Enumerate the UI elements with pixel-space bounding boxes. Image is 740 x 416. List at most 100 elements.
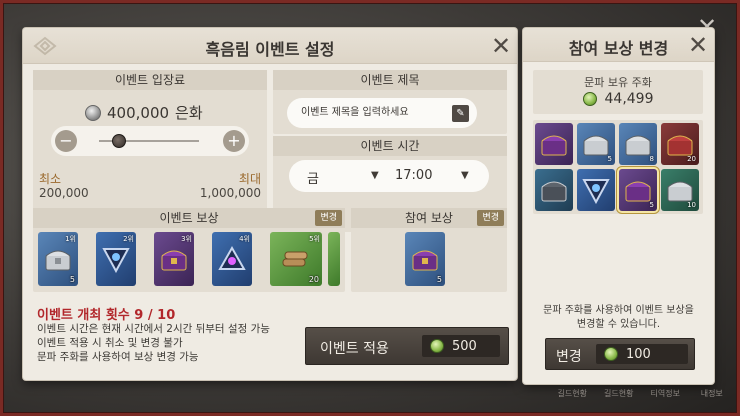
reward-option[interactable]: [535, 123, 573, 165]
chevron-down-icon[interactable]: ▼: [371, 170, 379, 181]
event-reward-title: 이벤트 보상: [159, 211, 219, 225]
max-value-block: 최대 1,000,000: [200, 172, 261, 200]
silver-chest-icon: [667, 181, 693, 202]
reward-option[interactable]: 10: [661, 169, 699, 211]
max-label: 최대: [238, 172, 261, 186]
bottom-menu-item[interactable]: 길드현황: [599, 388, 640, 410]
item-quantity: 5: [607, 155, 612, 163]
min-value: 200,000: [39, 186, 89, 200]
item-quantity: 5: [436, 275, 442, 284]
change-reward-label: 변경: [556, 349, 582, 365]
entry-fee-slider: − +: [51, 126, 249, 156]
blue-orb-banner-icon: [218, 245, 246, 270]
bottom-menu-item[interactable]: 내정보: [692, 388, 733, 410]
reward-option[interactable]: 5: [577, 123, 615, 165]
reward-item[interactable]: 4위: [212, 232, 252, 286]
reward-item[interactable]: 1위 5: [38, 232, 78, 286]
entry-fee-value: 400,000 은화: [85, 102, 203, 123]
item-quantity: 20: [687, 155, 696, 163]
guild-coin-label: 문파 보유 주화: [584, 76, 652, 89]
rank-badge: 2위: [123, 235, 134, 243]
reward-change-note: 문파 주화를 사용하여 이벤트 보상을 변경할 수 있습니다.: [543, 305, 694, 330]
guild-coin-row: 44,499: [533, 91, 703, 107]
event-reward-change-button[interactable]: 변경: [315, 210, 342, 226]
hour-select[interactable]: 17:00: [395, 168, 432, 183]
day-select[interactable]: 금: [307, 168, 319, 187]
reward-item-partial[interactable]: [328, 232, 340, 286]
event-title-header: 이벤트 제목: [273, 70, 507, 90]
event-time-header: 이벤트 시간: [273, 136, 507, 156]
event-time-selector: 금 ▼ 17:00 ▼: [289, 160, 489, 192]
entry-fee-currency: 은화: [175, 104, 203, 122]
guild-coin-panel: 문파 보유 주화 44,499: [533, 70, 703, 114]
note-line: 문파 주화를 사용하여 보상 변경 가능: [37, 351, 199, 363]
item-quantity: 5: [69, 275, 75, 284]
min-value-block: 최소 200,000: [39, 172, 89, 200]
bottom-menu-item[interactable]: 티역정보: [645, 388, 686, 410]
silver-coin-icon: [85, 104, 101, 121]
apply-event-label: 이벤트 적용: [320, 341, 389, 357]
bottom-menu-bar: 길드현황 길드현황 티역정보 내정보: [552, 388, 732, 410]
reward-option[interactable]: [577, 169, 615, 211]
dark-chest-icon: [541, 181, 567, 202]
change-reward-button[interactable]: 변경 100: [545, 338, 695, 370]
blue-triangle-banner-icon: [582, 179, 610, 204]
change-cost: 100: [596, 344, 688, 364]
event-settings-dialog: 흑음림 이벤트 설정 ✕ 이벤트 입장료 400,000 은화 − + 최소 2…: [23, 28, 517, 380]
rank-badge: 4위: [239, 235, 250, 243]
participation-reward-title: 참여 보상: [405, 211, 453, 225]
purple-chest-icon: [625, 181, 651, 202]
purple-chest-icon: [412, 250, 438, 271]
reward-option[interactable]: [535, 169, 573, 211]
reward-item[interactable]: 3위: [154, 232, 194, 286]
reward-option[interactable]: 8: [619, 123, 657, 165]
blue-triangle-banner-icon: [102, 248, 130, 273]
silver-chest-icon: [625, 135, 651, 156]
reward-option-selected[interactable]: 5: [619, 169, 657, 211]
event-reward-header: 이벤트 보상 변경: [33, 208, 345, 228]
reward-item[interactable]: 5위 20: [270, 232, 322, 286]
pencil-icon[interactable]: ✎: [452, 105, 469, 122]
event-count: 이벤트 개최 횟수 9 / 10: [37, 308, 176, 323]
item-quantity: 10: [687, 201, 696, 209]
apply-event-button[interactable]: 이벤트 적용 500: [305, 327, 509, 365]
event-notes: 이벤트 시간은 현재 시간에서 2시간 뒤부터 설정 가능 이벤트 적용 시 취…: [37, 322, 270, 364]
purple-chest-icon: [161, 250, 187, 271]
reward-option[interactable]: 20: [661, 123, 699, 165]
event-reward-panel: 이벤트 보상 변경 1위 5 2위 3위 4위 5위 20: [33, 208, 345, 292]
participation-reward-item[interactable]: 5: [405, 232, 445, 286]
event-title-panel: 이벤트 제목 이벤트 제목을 입력하세요 ✎: [273, 70, 507, 134]
participation-reward-header: 참여 보상 변경: [351, 208, 507, 228]
rank-badge: 5위: [309, 235, 320, 243]
min-label: 최소: [39, 172, 62, 186]
item-quantity: 20: [308, 275, 319, 284]
silver-chest-icon: [583, 135, 609, 156]
event-title-input[interactable]: 이벤트 제목을 입력하세요 ✎: [287, 98, 477, 128]
close-icon[interactable]: ✕: [487, 32, 515, 60]
reward-change-panel: 참여 보상 변경 ✕ 문파 보유 주화 44,499 5 8 20 5 10 문…: [523, 28, 714, 384]
slider-handle[interactable]: [112, 134, 126, 148]
plus-button[interactable]: +: [223, 130, 245, 152]
note-line: 이벤트 적용 시 취소 및 변경 불가: [37, 337, 183, 349]
rank-badge: 3위: [181, 235, 192, 243]
minus-button[interactable]: −: [55, 130, 77, 152]
red-chest-icon: [667, 135, 693, 156]
guild-coin-icon: [604, 347, 618, 361]
entry-fee-amount: 400,000: [107, 103, 170, 122]
purple-chest-icon: [541, 135, 567, 156]
side-header: 참여 보상 변경 ✕: [523, 28, 714, 62]
participation-reward-panel: 참여 보상 변경 5: [351, 208, 507, 292]
reward-item[interactable]: 2위: [96, 232, 136, 286]
change-cost-value: 100: [626, 346, 651, 362]
participation-reward-change-button[interactable]: 변경: [477, 210, 504, 226]
wood-logs-icon: [282, 251, 308, 267]
item-quantity: 5: [649, 201, 654, 209]
max-value: 1,000,000: [199, 186, 261, 200]
close-icon[interactable]: ✕: [684, 31, 712, 59]
apply-cost-value: 500: [452, 338, 477, 354]
guild-coin-icon: [430, 339, 444, 353]
reward-options-grid: 5 8 20 5 10: [533, 120, 703, 214]
bottom-menu-item[interactable]: 길드현황: [552, 388, 593, 410]
rank-badge: 1위: [65, 235, 76, 243]
chevron-down-icon[interactable]: ▼: [461, 170, 469, 181]
